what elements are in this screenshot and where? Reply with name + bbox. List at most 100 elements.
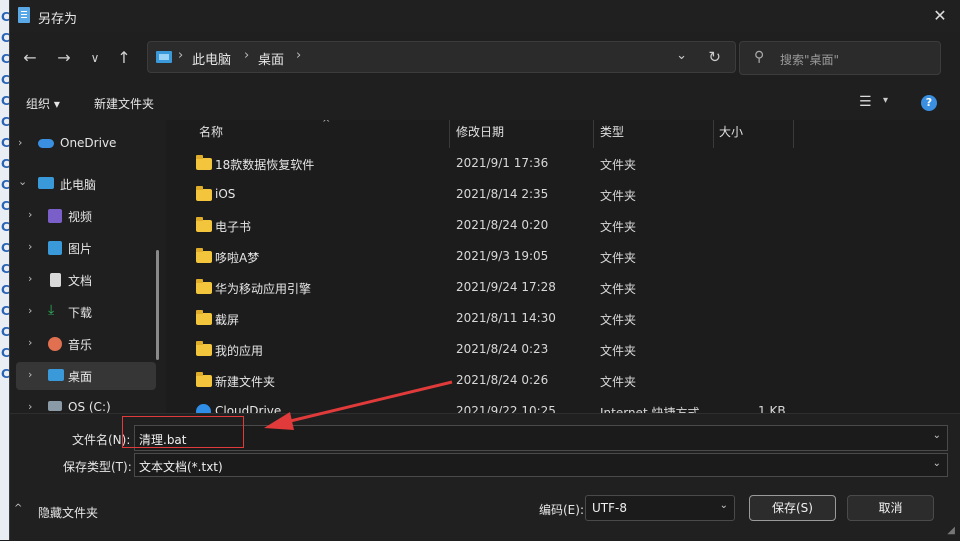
filetype-select[interactable]: 文本文档(*.txt) ⌄ bbox=[134, 453, 948, 477]
back-arrow-icon[interactable]: ← bbox=[18, 46, 42, 70]
close-button[interactable]: ✕ bbox=[929, 5, 951, 27]
breadcrumb-separator-icon[interactable]: › bbox=[296, 48, 301, 63]
file-name: 哆啦A梦 bbox=[215, 251, 260, 265]
folder-icon bbox=[196, 310, 212, 325]
sidebar-item-label: 桌面 bbox=[68, 370, 93, 384]
window-title: 另存为 bbox=[38, 12, 78, 27]
file-name: 我的应用 bbox=[215, 344, 264, 358]
up-arrow-icon[interactable]: ↑ bbox=[112, 46, 136, 70]
column-header-size[interactable]: 大小 bbox=[719, 120, 743, 148]
chevron-right-icon[interactable]: › bbox=[28, 368, 32, 381]
chevron-right-icon[interactable]: › bbox=[28, 240, 32, 253]
breadcrumb-separator-icon: › bbox=[178, 48, 184, 63]
save-button[interactable]: 保存(S) bbox=[749, 495, 836, 521]
folder-icon bbox=[196, 155, 212, 170]
hide-folders-button[interactable]: 隐藏文件夹 bbox=[38, 504, 98, 521]
file-date: 2021/8/24 0:23 bbox=[456, 342, 549, 356]
sidebar-item-videos[interactable]: › 视频 bbox=[10, 202, 156, 230]
sidebar-item-pictures[interactable]: › 图片 bbox=[10, 234, 156, 262]
sort-ascending-icon: ^ bbox=[322, 120, 331, 129]
address-dropdown-icon[interactable]: ⌄ bbox=[676, 48, 687, 63]
search-icon: ⚲ bbox=[754, 49, 765, 65]
column-divider[interactable] bbox=[593, 120, 594, 148]
forward-arrow-icon[interactable]: → bbox=[52, 46, 76, 70]
file-type: Internet 快捷方式 bbox=[600, 406, 700, 413]
recent-locations-chevron-icon[interactable]: ∨ bbox=[83, 46, 107, 70]
file-name: 18款数据恢复软件 bbox=[215, 158, 315, 172]
sidebar-item-desktop[interactable]: › 桌面 bbox=[16, 362, 156, 390]
sidebar-item-this-pc[interactable]: ⌄ 此电脑 bbox=[10, 170, 156, 198]
chevron-up-icon[interactable]: ^ bbox=[14, 503, 22, 514]
encoding-select[interactable]: UTF-8 ⌄ bbox=[585, 495, 735, 521]
file-type: 文件夹 bbox=[600, 282, 637, 296]
cloud-shortcut-icon bbox=[196, 404, 211, 413]
chevron-down-icon[interactable]: ⌄ bbox=[933, 430, 941, 441]
file-row[interactable]: 截屏 2021/8/11 14:30 文件夹 bbox=[166, 305, 946, 336]
file-date: 2021/9/24 17:28 bbox=[456, 280, 556, 294]
chevron-down-icon[interactable]: ⌄ bbox=[720, 500, 728, 511]
filetype-value: 文本文档(*.txt) bbox=[139, 460, 223, 474]
folder-icon bbox=[196, 341, 212, 356]
column-divider[interactable] bbox=[713, 120, 714, 148]
file-type: 文件夹 bbox=[600, 375, 637, 389]
file-row[interactable]: 电子书 2021/8/24 0:20 文件夹 bbox=[166, 212, 946, 243]
sidebar-item-music[interactable]: › 音乐 bbox=[10, 330, 156, 358]
column-header-date[interactable]: 修改日期 bbox=[456, 120, 504, 148]
file-row[interactable]: 新建文件夹 2021/8/24 0:26 文件夹 bbox=[166, 367, 946, 398]
chevron-right-icon[interactable]: › bbox=[28, 336, 32, 349]
resize-grip-icon[interactable]: ◢ bbox=[947, 525, 955, 536]
sidebar-item-os-drive[interactable]: › OS (C:) bbox=[10, 394, 156, 413]
file-row[interactable]: 18款数据恢复软件 2021/9/1 17:36 文件夹 bbox=[166, 150, 946, 181]
column-divider[interactable] bbox=[793, 120, 794, 148]
filetype-label: 保存类型(T): bbox=[63, 460, 132, 474]
folder-icon bbox=[196, 372, 212, 387]
sidebar-item-label: 下载 bbox=[68, 306, 93, 320]
desktop-icon bbox=[156, 51, 172, 63]
chevron-down-icon[interactable]: ⌄ bbox=[933, 458, 941, 469]
encoding-value: UTF-8 bbox=[592, 501, 627, 515]
column-header-type[interactable]: 类型 bbox=[600, 120, 624, 148]
file-row[interactable]: 我的应用 2021/8/24 0:23 文件夹 bbox=[166, 336, 946, 367]
sidebar-item-label: 此电脑 bbox=[60, 178, 97, 192]
sidebar-item-onedrive[interactable]: › OneDrive bbox=[10, 130, 156, 158]
refresh-icon[interactable]: ↻ bbox=[708, 48, 721, 66]
sidebar-item-label: OneDrive bbox=[60, 136, 117, 150]
organize-menu-button[interactable]: 组织 ▾ bbox=[26, 95, 60, 112]
file-name: 新建文件夹 bbox=[215, 375, 276, 389]
file-row[interactable]: iOS 2021/8/14 2:35 文件夹 bbox=[166, 181, 946, 212]
file-name: CloudDrive bbox=[215, 404, 282, 413]
filename-input[interactable]: 清理.bat ⌄ bbox=[134, 425, 948, 451]
sidebar-scrollbar[interactable] bbox=[156, 250, 159, 360]
column-header-name[interactable]: 名称 bbox=[199, 120, 223, 148]
chevron-right-icon[interactable]: › bbox=[18, 136, 22, 149]
file-row[interactable]: 哆啦A梦 2021/9/3 19:05 文件夹 bbox=[166, 243, 946, 274]
file-type: 文件夹 bbox=[600, 220, 637, 234]
sidebar-item-downloads[interactable]: › ⤓ 下载 bbox=[10, 298, 156, 326]
search-box[interactable]: ⚲ 搜索"桌面" bbox=[739, 41, 941, 75]
picture-icon bbox=[48, 241, 62, 255]
file-row[interactable]: 华为移动应用引擎 2021/9/24 17:28 文件夹 bbox=[166, 274, 946, 305]
file-row[interactable]: CloudDrive 2021/9/22 10:25 Internet 快捷方式… bbox=[166, 398, 946, 413]
document-icon bbox=[50, 273, 61, 287]
breadcrumb-this-pc[interactable]: 此电脑 bbox=[192, 49, 231, 68]
chevron-right-icon[interactable]: › bbox=[28, 208, 32, 221]
chevron-down-icon[interactable]: ⌄ bbox=[18, 175, 27, 188]
breadcrumb-desktop[interactable]: 桌面 bbox=[258, 49, 284, 68]
new-folder-button[interactable]: 新建文件夹 bbox=[94, 95, 154, 112]
chevron-right-icon[interactable]: › bbox=[28, 304, 32, 317]
sidebar-item-label: 音乐 bbox=[68, 338, 93, 352]
command-bar: 组织 ▾ 新建文件夹 ☰ ▾ ? bbox=[10, 82, 960, 120]
sidebar-item-label: 视频 bbox=[68, 210, 93, 224]
address-bar[interactable]: › 此电脑 › 桌面 › ⌄ ↻ bbox=[147, 41, 736, 73]
chevron-right-icon[interactable]: › bbox=[28, 272, 32, 285]
cancel-button[interactable]: 取消 bbox=[847, 495, 934, 521]
file-date: 2021/9/1 17:36 bbox=[456, 156, 549, 170]
help-icon[interactable]: ? bbox=[921, 95, 937, 111]
column-divider[interactable] bbox=[449, 120, 450, 148]
chevron-right-icon[interactable]: › bbox=[28, 400, 32, 413]
file-type: 文件夹 bbox=[600, 251, 637, 265]
navigation-bar: ← → ∨ ↑ › 此电脑 › 桌面 › ⌄ ↻ ⚲ 搜索"桌面" bbox=[10, 32, 960, 82]
sidebar-item-documents[interactable]: › 文档 bbox=[10, 266, 156, 294]
view-options-icon[interactable]: ☰ bbox=[859, 94, 872, 110]
view-dropdown-icon[interactable]: ▾ bbox=[883, 95, 888, 106]
